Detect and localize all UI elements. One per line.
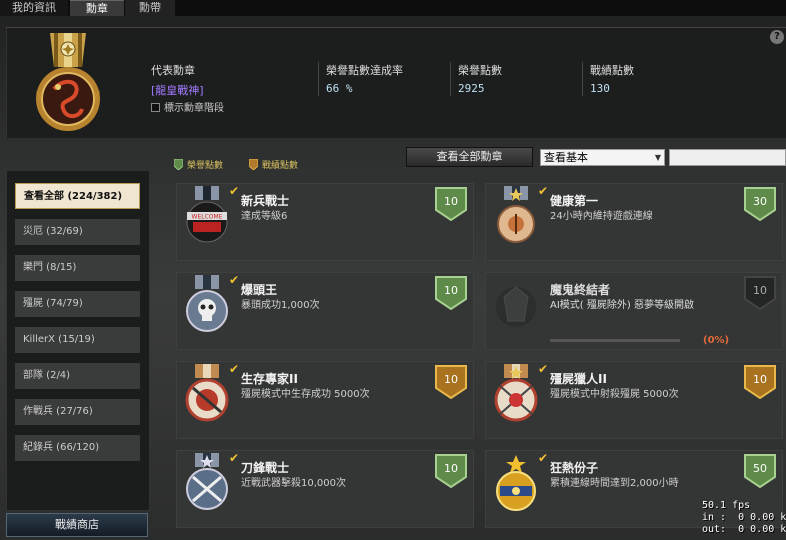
show-stage-label: 標示勳章階段 [164,103,224,114]
tab-medals[interactable]: 勳章 [70,0,124,16]
sidebar-item-disaster[interactable]: 災厄 (32/69) [15,219,140,245]
honor-rate-value: 66 % [326,82,353,95]
survival-medal-icon [185,364,229,422]
locked-medal-icon [496,286,536,327]
merit-shop-button[interactable]: 戰績商店 [6,513,148,537]
completed-check-icon: ✔ [229,273,240,287]
sidebar-item-squad[interactable]: 部隊 (2/4) [15,363,140,389]
honor-points-badge: 10 [435,276,467,311]
medal-welcome-text: WELCOME [192,214,223,221]
completed-check-icon: ✔ [229,184,240,198]
points-value: 10 [753,284,767,297]
zombie-hunter-medal-icon [494,364,538,422]
completed-check-icon: ✔ [229,362,240,376]
gold-shield-icon [249,159,258,170]
divider [450,62,451,96]
tab-bar: 我的資訊 勳章 勳帶 [0,0,786,16]
view-filter-select[interactable]: 查看基本 ▼ [540,149,665,166]
fanatic-medal-icon [496,455,536,511]
medal-desc: 暴頭成功1,000次 [241,300,320,311]
checkbox-icon[interactable] [151,103,160,112]
medal-desc: 累積連線時間達到2,000小時 [550,478,679,489]
view-filter-value: 查看基本 [544,151,588,164]
medal-desc: 殭屍模式中生存成功 5000次 [241,389,370,400]
medal-card[interactable]: ✔ 殭屍獵人II 殭屍模式中射殺殭屍 5000次 10 [485,361,783,439]
merit-points: 戰績點數 130 [590,62,634,95]
medal-desc: 達成等級6 [241,211,288,222]
progress-percent: (0%) [703,335,730,346]
net-out-readout: out: 0 0.00 k/s [702,524,786,535]
completed-check-icon: ✔ [538,451,549,465]
welcome-medal-icon: WELCOME [186,186,228,243]
category-sidebar: 查看全部 (224/382) 災厄 (32/69) 樂門 (8/15) 殭屍 (… [6,170,150,511]
sidebar-item-record[interactable]: 紀錄兵 (66/120) [15,435,140,461]
show-stage-checkbox[interactable]: 標示勳章階段 [151,99,224,114]
honor-points-value: 2925 [458,82,485,95]
view-all-medals-button[interactable]: 查看全部勳章 [406,147,533,167]
representative-medal: 代表勳章 [龍皇戰神] [151,62,204,98]
blade-medal-icon [186,453,228,510]
sidebar-item-paradise[interactable]: 樂門 (8/15) [15,255,140,281]
medal-desc: 殭屍模式中射殺殭屍 5000次 [550,389,679,400]
honor-points-badge: 10 [435,187,467,222]
merit-points-value: 130 [590,82,610,95]
medal-desc: AI模式( 殭屍除外) 惡夢等級開啟 [550,300,694,311]
legend-merit-label: 戰績點數 [262,161,299,171]
medal-card[interactable]: 魔鬼終結者 AI模式( 殭屍除外) 惡夢等級開啟 10 (0%) [485,272,783,350]
sidebar-item-killerx[interactable]: KillerX (15/19) [15,327,140,353]
merit-points-badge: 10 [435,365,467,400]
tab-my-info[interactable]: 我的資訊 [0,0,68,16]
honor-points-badge: 50 [744,454,776,489]
help-icon[interactable]: ? [770,30,784,44]
honor-rate-label: 榮譽點數達成率 [326,64,403,77]
medal-card[interactable]: ✔ 刀鋒戰士 近戰武器擊殺10,000次 10 [176,450,474,528]
honor-points: 榮譽點數 2925 [458,62,502,95]
completed-check-icon: ✔ [229,451,240,465]
points-value: 50 [753,462,767,475]
points-value: 10 [444,284,458,297]
medal-card[interactable]: ✔ 健康第一 24小時內維持遊戲連線 30 [485,183,783,261]
medal-desc: 近戰武器擊殺10,000次 [241,478,346,489]
rep-medal-label: 代表勳章 [151,64,195,77]
divider [318,62,319,96]
medal-desc: 24小時內維持遊戲連線 [550,211,653,222]
merit-points-badge: 10 [744,365,776,400]
honor-points-badge: 10 [435,454,467,489]
merit-points-label: 戰績點數 [590,64,634,77]
legend-honor-label: 榮譽點數 [187,161,224,171]
legend-merit: 戰績點數 [249,158,298,171]
completed-check-icon: ✔ [538,362,549,376]
medal-card[interactable]: WELCOME ✔ 新兵戰士 達成等級6 10 [176,183,474,261]
points-value: 10 [753,373,767,386]
honor-points-badge: 30 [744,187,776,222]
honor-rate: 榮譽點數達成率 66 % [326,62,403,95]
medal-card[interactable]: ✔ 爆頭王 暴頭成功1,000次 10 [176,272,474,350]
net-in-readout: in : 0 0.00 k/s [702,512,786,523]
points-value: 10 [444,195,458,208]
dragon-medal-icon [36,33,100,131]
divider [582,62,583,96]
rep-medal-value: [龍皇戰神] [151,84,204,97]
sidebar-item-zombie[interactable]: 殭屍 (74/79) [15,291,140,317]
skull-medal-icon [186,275,228,332]
chevron-down-icon: ▼ [654,153,661,162]
points-value: 10 [444,373,458,386]
health-medal-icon [497,186,535,243]
locked-points-badge: 10 [744,276,776,311]
green-shield-icon [174,159,183,170]
points-value: 10 [444,462,458,475]
fps-readout: 50.1 fps [702,500,751,511]
tab-ribbons[interactable]: 勳帶 [125,0,175,16]
sidebar-item-combat[interactable]: 作戰兵 (27/76) [15,399,140,425]
medal-card[interactable]: ✔ 生存專家II 殭屍模式中生存成功 5000次 10 [176,361,474,439]
search-input[interactable] [669,149,786,166]
network-stats-overlay: 50.1 fps in : 0 0.00 k/s out: 0 0.00 k/s [702,500,786,536]
honor-points-label: 榮譽點數 [458,64,502,77]
completed-check-icon: ✔ [538,184,549,198]
progress-bar [550,339,680,342]
legend-honor: 榮譽點數 [174,158,223,171]
points-value: 30 [753,195,767,208]
sidebar-item-all[interactable]: 查看全部 (224/382) [15,183,140,209]
